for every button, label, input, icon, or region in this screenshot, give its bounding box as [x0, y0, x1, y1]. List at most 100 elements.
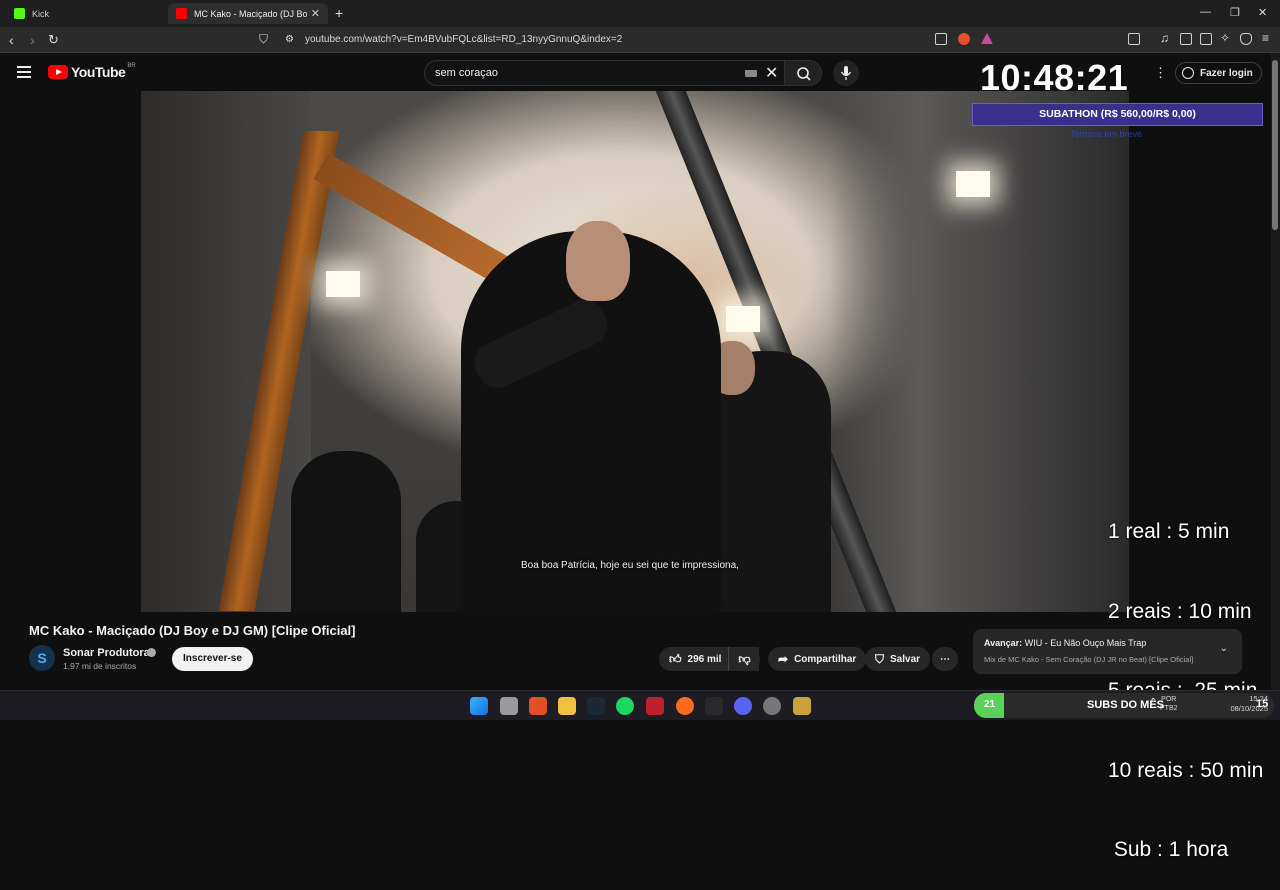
subscribe-button[interactable]: Inscrever-se — [172, 647, 253, 671]
leo-ai-icon[interactable]: ✧ — [1220, 31, 1232, 45]
channel-avatar[interactable]: S — [29, 645, 55, 671]
app-icon[interactable] — [763, 697, 781, 715]
subs-label: SUBS DO MÊS — [1087, 699, 1165, 711]
youtube-icon — [176, 8, 187, 19]
donation-rates: 1 real : 5 min 2 reais : 10 min 5 reais … — [1108, 466, 1263, 890]
music-icon[interactable]: ♫ — [1160, 31, 1172, 45]
up-next-card[interactable]: Avançar: WIU - Eu Não Ouço Mais Trap Mix… — [973, 629, 1242, 674]
brave-shields-icon[interactable] — [958, 33, 970, 45]
verified-icon — [147, 648, 156, 657]
vpn-shield-icon[interactable] — [1240, 33, 1252, 45]
video-player[interactable] — [141, 91, 1129, 612]
more-horiz-icon: ⋯ — [940, 653, 950, 665]
share-icon: ➦ — [778, 652, 789, 666]
ceiling-light — [726, 306, 760, 332]
rate-line: 10 reais : 50 min — [1108, 758, 1264, 782]
news-app-icon[interactable] — [646, 697, 664, 715]
like-count: 296 mil — [687, 653, 722, 665]
extensions-icon[interactable] — [1128, 33, 1140, 45]
channel-name[interactable]: Sonar Produtora — [63, 647, 150, 659]
url-field[interactable]: youtube.com/watch?v=Em4BVubFQLc&list=RD_… — [305, 34, 622, 45]
kick-icon — [14, 8, 25, 19]
thumbs-down-icon: 👎︎ — [738, 651, 751, 666]
logo-text: YouTube — [71, 64, 126, 80]
up-next-title: WIU - Eu Não Ouço Mais Trap — [1024, 638, 1147, 648]
cast-icon[interactable] — [935, 33, 947, 45]
keyboard-layout: PTB2 — [1160, 705, 1178, 712]
search-input[interactable]: sem coraçao — [435, 67, 498, 79]
bookmark-icon[interactable]: ⛉ — [259, 32, 268, 47]
thumbs-up-icon: 👍︎ — [669, 651, 682, 666]
tab-youtube[interactable]: MC Kako - Maciçado (DJ Boy ✕ — [168, 3, 328, 24]
save-label: Salvar — [890, 653, 921, 665]
keyboard-icon[interactable] — [745, 70, 757, 77]
menu-icon[interactable]: ≡ — [1262, 31, 1274, 45]
spotify-icon[interactable] — [616, 697, 634, 715]
subathon-bar: SUBATHON (R$ 560,00/R$ 0,00) — [972, 103, 1263, 126]
save-button[interactable]: ⛉ Salvar — [865, 647, 931, 671]
scrollbar-thumb[interactable] — [1272, 60, 1278, 230]
brave-rewards-icon[interactable] — [981, 33, 993, 44]
new-tab-button[interactable]: + — [335, 5, 343, 21]
minimize-button[interactable]: — — [1200, 6, 1211, 18]
search-button[interactable] — [784, 60, 822, 86]
brave-icon[interactable] — [529, 697, 547, 715]
restore-button[interactable]: ❐ — [1230, 6, 1240, 19]
share-label: Compartilhar — [794, 653, 857, 665]
browser-tab-bar: Kick MC Kako - Maciçado (DJ Boy ✕ + — ❐ … — [0, 0, 1280, 27]
microphone-icon — [840, 66, 852, 80]
subscriber-count: 1,97 mi de inscritos — [63, 661, 137, 671]
youtube-logo[interactable]: YouTube BR — [48, 63, 136, 80]
subs-count: 21 — [984, 699, 996, 710]
figure-reflection — [291, 451, 401, 612]
reload-icon[interactable]: ↻ — [48, 32, 59, 48]
voice-search-button[interactable] — [833, 60, 859, 86]
tab-label: Kick — [32, 8, 50, 19]
bookmark-icon: ⛉ — [875, 651, 885, 666]
search-icon — [797, 67, 811, 81]
sidebar-icon[interactable] — [1180, 33, 1192, 45]
more-options-icon[interactable]: ⋮ — [1154, 65, 1167, 81]
logo-country: BR — [127, 63, 136, 69]
up-next-label: Avançar: WIU - Eu Não Ouço Mais Trap — [984, 638, 1146, 648]
site-info-icon[interactable]: ⚙ — [285, 34, 294, 45]
subathon-status: Termina em breve — [1070, 129, 1143, 139]
rate-line: 1 real : 5 min — [1108, 520, 1230, 543]
wallet-icon[interactable] — [1200, 33, 1212, 45]
up-next-mix: Mix de MC Kako - Sem Coração (DJ JR no B… — [984, 655, 1194, 664]
search-box[interactable]: sem coraçao ✕ — [424, 60, 786, 86]
language-indicator[interactable]: POR PTB2 — [1160, 695, 1178, 713]
tab-kick[interactable]: Kick — [6, 3, 162, 24]
clear-search-icon[interactable]: ✕ — [765, 63, 778, 83]
notification-badge[interactable]: 15 — [1256, 698, 1268, 710]
hamburger-icon[interactable] — [17, 66, 31, 81]
chevron-down-icon[interactable]: ⌄ — [1220, 643, 1228, 654]
rate-line: Sub : 1 hora — [1108, 838, 1229, 861]
app-icon[interactable] — [705, 697, 723, 715]
forward-icon[interactable]: › — [30, 32, 35, 48]
file-explorer-icon[interactable] — [558, 697, 576, 715]
task-view-icon[interactable] — [500, 697, 518, 715]
app-icon[interactable] — [793, 697, 811, 715]
main-figure-head — [566, 221, 630, 301]
start-icon[interactable] — [470, 697, 488, 715]
close-tab-icon[interactable]: ✕ — [311, 7, 320, 20]
close-window-button[interactable]: ✕ — [1258, 6, 1267, 19]
up-next-prefix: Avançar: — [984, 638, 1023, 648]
rate-line: 2 reais : 10 min — [1108, 599, 1252, 623]
more-actions-button[interactable]: ⋯ — [932, 647, 958, 671]
account-icon — [1182, 67, 1194, 79]
share-button[interactable]: ➦ Compartilhar — [768, 647, 867, 671]
language-code: POR — [1161, 696, 1177, 703]
login-label: Fazer login — [1200, 67, 1253, 79]
discord-icon[interactable] — [734, 697, 752, 715]
steam-icon[interactable] — [587, 697, 605, 715]
login-button[interactable]: Fazer login — [1175, 62, 1262, 84]
back-icon[interactable]: ‹ — [9, 32, 14, 48]
dislike-button[interactable]: 👎︎ — [728, 647, 760, 671]
youtube-play-icon — [48, 65, 68, 79]
tab-label: MC Kako - Maciçado (DJ Boy — [194, 8, 307, 19]
ceiling-light — [956, 171, 990, 197]
ceiling-light — [326, 271, 360, 297]
soundcloud-icon[interactable] — [676, 697, 694, 715]
